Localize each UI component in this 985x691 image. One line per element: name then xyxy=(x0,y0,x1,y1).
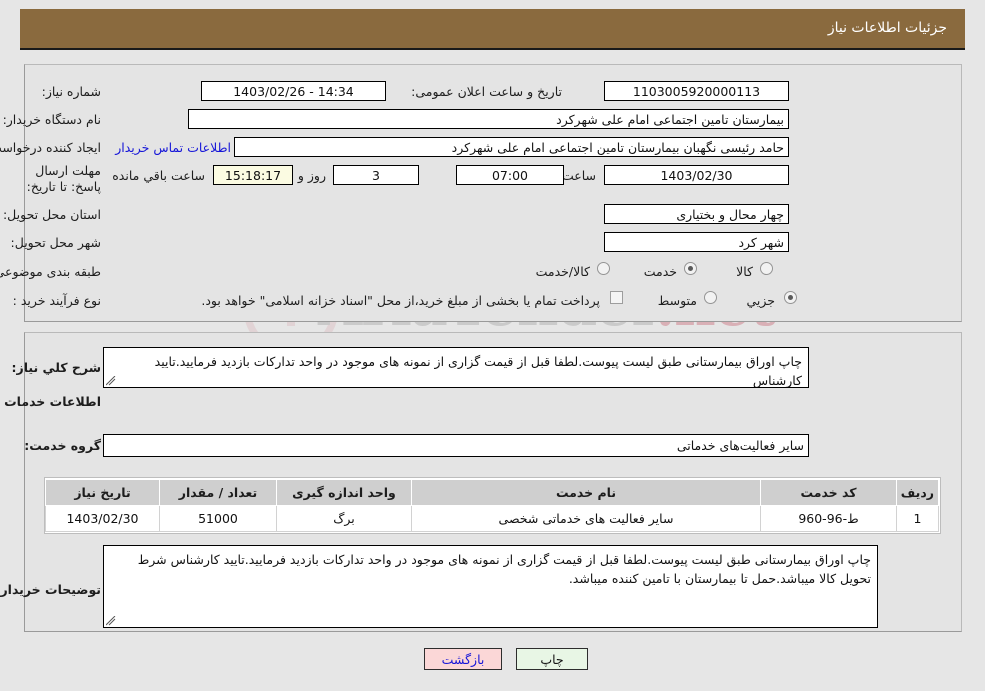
cell-service-code: ط-96-960 xyxy=(760,505,897,532)
radio-category-khedmat[interactable] xyxy=(684,262,697,275)
cell-need-date: 1403/02/30 xyxy=(45,505,160,532)
overall-desc-label: شرح کلي نیاز: xyxy=(11,360,101,375)
cell-row-no: 1 xyxy=(896,505,939,532)
print-button[interactable]: چاپ xyxy=(516,648,588,670)
resize-grip-icon xyxy=(106,376,116,386)
col-row-no: ردیف xyxy=(896,479,939,506)
need-details-page: AriaTender.net جزئیات اطلاعات نیاز شماره… xyxy=(0,0,985,691)
buyer-org-field[interactable]: بیمارستان تامین اجتماعی امام علی شهرکرد xyxy=(188,109,789,129)
remaining-time-field[interactable]: 15:18:17 xyxy=(213,165,293,185)
col-quantity: تعداد / مقدار xyxy=(159,479,277,506)
page-title: جزئیات اطلاعات نیاز xyxy=(827,20,947,36)
services-table-wrapper: ردیف کد خدمت نام خدمت واحد اندازه گیری ت… xyxy=(44,477,941,534)
requester-field[interactable]: حامد رئیسی نگهبان بیمارستان تامین اجتماع… xyxy=(234,137,789,157)
province-label: استان محل تحویل: xyxy=(2,207,101,222)
deadline-label: مهلت ارسال پاسخ: تا تاریخ: xyxy=(26,163,101,194)
buyer-notes-label: توضیحات خریدار: xyxy=(0,582,101,597)
category-label: طبقه بندی موضوعی: xyxy=(0,264,101,279)
cell-quantity: 51000 xyxy=(159,505,277,532)
radio-category-kala-khedmat-label: کالا/خدمت xyxy=(535,264,590,279)
buyer-notes-textarea[interactable]: چاپ اوراق بیمارستانی طبق لیست پیوست.لطفا… xyxy=(103,545,878,628)
radio-category-kala-label: کالا xyxy=(736,264,753,279)
need-number-field[interactable]: 1103005920000113 xyxy=(604,81,789,101)
buyer-org-label: نام دستگاه خریدار: xyxy=(2,112,101,127)
province-field[interactable]: چهار محال و بختیاری xyxy=(604,204,789,224)
announce-datetime-label: تاریخ و ساعت اعلان عمومی: xyxy=(411,84,562,99)
need-number-label: شماره نیاز: xyxy=(41,84,101,99)
overall-desc-textarea[interactable]: چاپ اوراق بیمارستانی طبق لیست پیوست.لطفا… xyxy=(103,347,809,388)
col-need-date: تاریخ نیاز xyxy=(45,479,160,506)
treasury-bonds-checkbox[interactable] xyxy=(610,291,623,304)
radio-category-kala[interactable] xyxy=(760,262,773,275)
deadline-time-field[interactable]: 07:00 xyxy=(456,165,564,185)
service-group-label: گروه خدمت: xyxy=(24,438,101,453)
col-service-code: کد خدمت xyxy=(760,479,897,506)
buyer-contact-link[interactable]: اطلاعات تماس خریدار xyxy=(115,140,231,155)
cell-service-name: سایر فعالیت های خدماتی شخصی xyxy=(411,505,761,532)
deadline-date-field[interactable]: 1403/02/30 xyxy=(604,165,789,185)
radio-process-motevaset-label: متوسط xyxy=(657,293,697,308)
back-button[interactable]: بازگشت xyxy=(424,648,502,670)
overall-desc-text: چاپ اوراق بیمارستانی طبق لیست پیوست.لطفا… xyxy=(154,354,802,388)
page-header-bar: جزئیات اطلاعات نیاز xyxy=(20,9,965,50)
announce-datetime-field[interactable]: 1403/02/26 - 14:34 xyxy=(201,81,386,101)
city-label: شهر محل تحویل: xyxy=(10,235,101,250)
days-and-label: روز و xyxy=(297,168,326,183)
table-row: 1 ط-96-960 سایر فعالیت های خدماتی شخصی ب… xyxy=(45,505,939,532)
col-service-name: نام خدمت xyxy=(411,479,761,506)
cell-unit: برگ xyxy=(276,505,412,532)
radio-process-jozei-label: جزیي xyxy=(746,293,775,308)
city-field[interactable]: شهر کرد xyxy=(604,232,789,252)
resize-grip-icon xyxy=(106,616,116,626)
radio-process-jozei[interactable] xyxy=(784,291,797,304)
radio-category-khedmat-label: خدمت xyxy=(643,264,677,279)
process-label: نوع فرآیند خرید : xyxy=(12,293,101,308)
col-unit: واحد اندازه گیری xyxy=(276,479,412,506)
deadline-hour-label: ساعت xyxy=(561,168,596,183)
remaining-days-field[interactable]: 3 xyxy=(333,165,419,185)
buyer-notes-text: چاپ اوراق بیمارستانی طبق لیست پیوست.لطفا… xyxy=(137,552,871,586)
services-table: ردیف کد خدمت نام خدمت واحد اندازه گیری ت… xyxy=(45,479,939,532)
need-info-panel xyxy=(24,64,962,322)
radio-process-motevaset[interactable] xyxy=(704,291,717,304)
treasury-bonds-label: پرداخت تمام یا بخشی از مبلغ خرید،از محل … xyxy=(201,293,600,308)
services-info-title: اطلاعات خدمات مورد نیاز xyxy=(0,394,101,409)
service-group-field[interactable]: سایر فعالیت‌های خدماتی xyxy=(103,434,809,457)
radio-category-kala-khedmat[interactable] xyxy=(597,262,610,275)
requester-label: ایجاد کننده درخواست: xyxy=(0,140,101,155)
table-header-row: ردیف کد خدمت نام خدمت واحد اندازه گیری ت… xyxy=(45,479,939,506)
remaining-suffix-label: ساعت باقي مانده xyxy=(112,168,205,183)
